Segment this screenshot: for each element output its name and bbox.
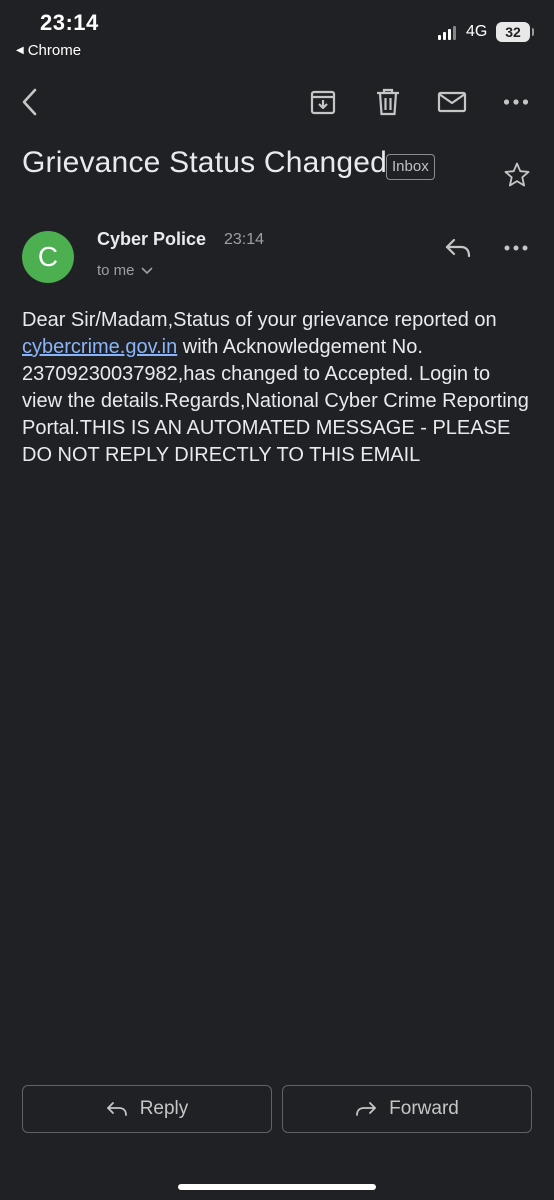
home-indicator[interactable] (178, 1184, 376, 1190)
sender-name: Cyber Police (97, 229, 207, 249)
star-icon (504, 162, 530, 187)
more-icon (503, 99, 529, 105)
back-app-label: Chrome (27, 42, 82, 59)
cybercrime-link[interactable]: cybercrime.gov.in (22, 336, 177, 358)
trash-icon (377, 88, 399, 116)
recipient-label: to me (97, 262, 135, 279)
email-toolbar (0, 80, 554, 124)
inbox-label-chip[interactable]: Inbox (386, 154, 435, 180)
network-type: 4G (466, 23, 488, 40)
status-bar: 23:14 ◀ Chrome 4G 32 (0, 0, 554, 70)
star-button[interactable] (500, 158, 534, 192)
back-triangle-icon: ◀ (16, 45, 24, 56)
signal-icon (438, 24, 458, 40)
archive-icon (310, 90, 336, 115)
mail-icon (437, 91, 467, 113)
battery-level: 32 (505, 24, 521, 40)
reply-icon (445, 238, 471, 258)
sender-avatar[interactable]: C (22, 231, 74, 283)
status-time: 23:14 (40, 10, 99, 35)
more-icon (504, 245, 528, 251)
forward-button[interactable]: Forward (282, 1085, 532, 1133)
battery-icon: 32 (496, 22, 534, 42)
body-text-intro: Dear Sir/Madam,Status of your grievance … (22, 309, 497, 331)
reply-button-label: Reply (139, 1098, 189, 1119)
email-screen: 23:14 ◀ Chrome 4G 32 Grievance Status Ch… (0, 0, 554, 1200)
recipient-details-toggle[interactable]: to me (97, 262, 153, 279)
back-to-app-link[interactable]: ◀ Chrome (16, 42, 81, 59)
email-subject: Grievance Status Changed (22, 146, 388, 179)
archive-button[interactable] (301, 80, 345, 124)
sent-time: 23:14 (224, 231, 265, 248)
mark-unread-button[interactable] (430, 80, 474, 124)
email-body: Dear Sir/Madam,Status of your grievance … (22, 307, 534, 469)
forward-icon (356, 1102, 377, 1116)
back-icon (22, 88, 37, 116)
forward-button-label: Forward (389, 1098, 459, 1119)
reply-button[interactable]: Reply (22, 1085, 272, 1133)
chevron-down-icon (141, 267, 152, 274)
more-options-button[interactable] (494, 80, 538, 124)
reply-quick-button[interactable] (440, 230, 476, 266)
delete-button[interactable] (366, 80, 410, 124)
message-more-button[interactable] (498, 230, 534, 266)
reply-icon (106, 1102, 127, 1116)
back-button[interactable] (8, 80, 52, 124)
